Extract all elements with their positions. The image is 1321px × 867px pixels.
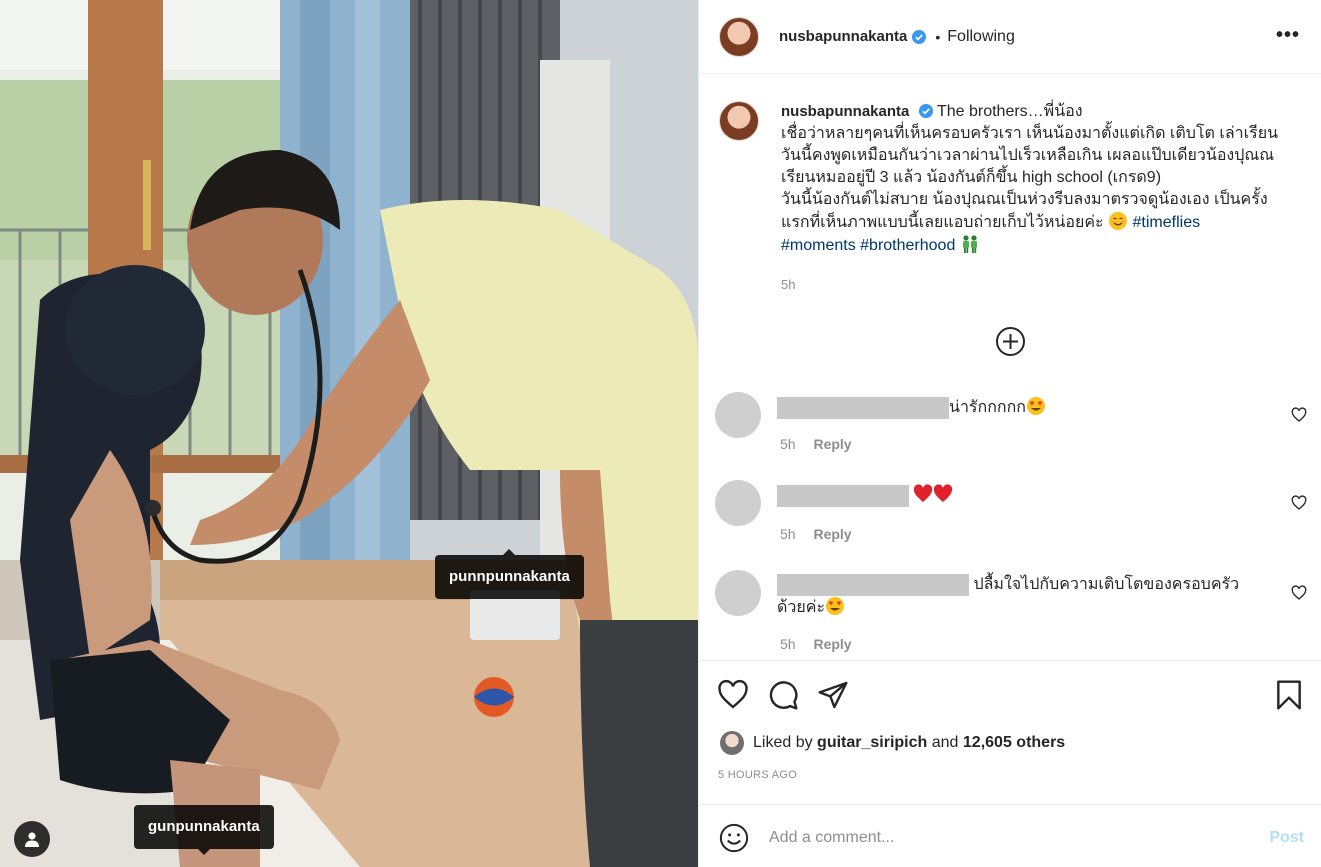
- like-heart-icon[interactable]: [717, 679, 749, 711]
- author-username[interactable]: nusbapunnakanta: [779, 28, 907, 45]
- emoji-picker-icon[interactable]: [719, 823, 749, 853]
- reply-button[interactable]: Reply: [813, 526, 851, 542]
- comment-icon[interactable]: [767, 679, 799, 711]
- commenter-avatar[interactable]: [715, 480, 761, 526]
- comment-body-continued: ด้วยค่ะ: [777, 599, 826, 617]
- people-holding-hands-emoji-icon: [962, 235, 977, 253]
- caption-line: วันนี้น้องกันต์ไม่สบาย น้องปุณณเป็นห่วงร…: [781, 191, 1268, 208]
- reply-button[interactable]: Reply: [813, 436, 851, 452]
- caption-line: เชื่อว่าหลายๆคนที่เห็นครอบครัวเรา เห็นน้…: [781, 125, 1279, 142]
- redacted-username[interactable]: [777, 484, 909, 507]
- save-bookmark-icon[interactable]: [1273, 679, 1305, 711]
- like-comment-heart-icon[interactable]: [1291, 407, 1307, 423]
- post-photo[interactable]: punnpunnakanta gunpunnakanta: [0, 0, 698, 867]
- post-side-panel: nusbapunnakanta • Following ••• nusbapun…: [698, 0, 1321, 867]
- comment-meta: 5h Reply: [780, 636, 852, 652]
- comment-body: น่ารักกกกก: [949, 399, 1026, 416]
- caption-username[interactable]: nusbapunnakanta: [781, 103, 909, 120]
- comment-time: 5h: [780, 636, 796, 652]
- post-modal: punnpunnakanta gunpunnakanta nusbapunnak…: [0, 0, 1321, 867]
- commenter-avatar[interactable]: [715, 570, 761, 616]
- tag-username: punnpunnakanta: [449, 568, 570, 585]
- header-separator: •: [935, 28, 941, 45]
- photo-tag-punnpunnakanta[interactable]: punnpunnakanta: [435, 549, 584, 599]
- caption-line: วันนี้คงพูดเหมือนกันว่าเวลาผ่านไปเร็วเหล…: [781, 147, 1275, 164]
- comment-time: 5h: [780, 436, 796, 452]
- likes-prefix: Liked by: [753, 734, 813, 751]
- caption-title: The brothers…พี่น้อง: [936, 103, 1083, 120]
- comment-meta: 5h Reply: [780, 436, 852, 452]
- verified-badge-icon: [918, 104, 933, 118]
- post-timestamp[interactable]: 5 HOURS AGO: [718, 769, 797, 781]
- more-options-icon[interactable]: •••: [1276, 24, 1300, 47]
- likes-count[interactable]: 12,605 others: [963, 734, 1065, 752]
- comment-input[interactable]: [769, 823, 1239, 853]
- caption-line: เรียนหมออยู่ปี 3 แล้ว น้องกันต์ก็ขึ้น hi…: [781, 169, 1162, 186]
- comment-text: น่ารักกกกก: [777, 396, 1257, 419]
- red-heart-emoji-icon: [914, 484, 933, 502]
- redacted-username[interactable]: [777, 396, 949, 419]
- comment-text: ปลื้มใจไปกับความเติบโตของครอบครัว ด้วยค่…: [777, 574, 1257, 619]
- red-heart-emoji-icon: [934, 484, 953, 502]
- caption-author-avatar[interactable]: [719, 101, 759, 141]
- author-avatar[interactable]: [719, 16, 759, 57]
- caption-time: 5h: [781, 277, 796, 292]
- heart-eyes-emoji-icon: [826, 597, 845, 616]
- comment-body: ปลื้มใจไปกับความเติบโตของครอบครัว: [973, 576, 1240, 594]
- verified-badge-icon: [912, 29, 927, 44]
- post-header: nusbapunnakanta • Following •••: [699, 0, 1321, 74]
- redacted-username[interactable]: [777, 574, 969, 596]
- comment-meta: 5h Reply: [780, 526, 852, 542]
- tag-username: gunpunnakanta: [148, 818, 260, 835]
- comment-text: [777, 484, 1257, 507]
- photo-tag-gunpunnakanta[interactable]: gunpunnakanta: [134, 805, 274, 855]
- like-comment-heart-icon[interactable]: [1291, 585, 1307, 601]
- likes-middle: and: [931, 734, 959, 751]
- liker-avatar[interactable]: [720, 731, 744, 755]
- comment-item: ปลื้มใจไปกับความเติบโตของครอบครัว ด้วยค่…: [715, 570, 1315, 659]
- add-comment-bar: Post: [699, 804, 1321, 867]
- reply-button[interactable]: Reply: [813, 636, 851, 652]
- hashtag-link[interactable]: #moments: [781, 237, 856, 254]
- following-button[interactable]: Following: [947, 28, 1015, 46]
- like-comment-heart-icon[interactable]: [1291, 495, 1307, 511]
- comments-scroll-area[interactable]: nusbapunnakanta The brothers…พี่น้อง เชื…: [699, 75, 1321, 659]
- comment-item: น่ารักกกกก 5h Reply: [715, 392, 1315, 472]
- photo-scene: [0, 0, 698, 867]
- likes-summary: Liked by guitar_siripich and 12,605 othe…: [720, 731, 1065, 755]
- hashtag-link[interactable]: #timeflies: [1133, 214, 1201, 231]
- post-comment-button[interactable]: Post: [1269, 829, 1304, 847]
- hashtag-link[interactable]: #brotherhood: [860, 237, 955, 254]
- user-icon: [25, 832, 39, 847]
- share-icon[interactable]: [817, 679, 849, 711]
- comment-time: 5h: [780, 526, 796, 542]
- load-more-comments-icon[interactable]: [995, 326, 1026, 357]
- tagged-users-button[interactable]: [14, 821, 50, 857]
- caption: nusbapunnakanta The brothers…พี่น้อง เชื…: [719, 101, 1301, 296]
- smiling-face-emoji-icon: [1109, 212, 1128, 230]
- liker-username[interactable]: guitar_siripich: [817, 734, 927, 752]
- action-bar: [699, 660, 1321, 730]
- caption-line: แรกที่เห็นภาพแบบนี้เลยแอบถ่ายเก็บไว้หน่อ…: [781, 214, 1104, 231]
- commenter-avatar[interactable]: [715, 392, 761, 438]
- comment-item: 5h Reply: [715, 480, 1315, 560]
- caption-body: nusbapunnakanta The brothers…พี่น้อง เชื…: [781, 101, 1301, 296]
- heart-eyes-emoji-icon: [1026, 397, 1045, 415]
